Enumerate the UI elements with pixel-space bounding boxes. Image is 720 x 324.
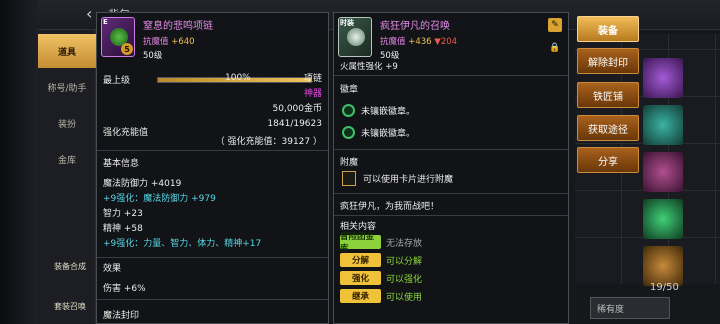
sort-dropdown[interactable]: 稀有度 (590, 297, 670, 319)
inventory-slot[interactable] (643, 199, 683, 239)
enchant-text: 可以使用卡片进行附魔 (363, 175, 454, 185)
item-name: 疯狂伊凡的召唤 (380, 21, 450, 32)
tab-items[interactable]: 道具 (38, 34, 96, 68)
divider (334, 215, 568, 216)
necklace-icon: E 5 (101, 17, 135, 57)
related-status: 可以使用 (386, 293, 423, 303)
resist-label: 抗魔值 (143, 37, 169, 47)
divider (334, 75, 568, 76)
back-arrow-icon[interactable]: ‹ (86, 4, 92, 23)
item-name: 窒息的悲鸣项链 (143, 21, 213, 32)
equip-synthesis-button[interactable]: 装备合成 (50, 236, 90, 272)
inventory-slot[interactable] (643, 152, 683, 192)
emblem-slot-text: 未镶嵌徽章。 (361, 129, 416, 139)
inventory-slot[interactable] (643, 105, 683, 145)
related-status: 可以分解 (386, 257, 423, 267)
reinforce-label: 强化充能值 (103, 128, 149, 138)
resist-line: 抗魔值 +436 ▼204 (380, 35, 457, 47)
item-header: 时装 疯狂伊凡的召唤 抗魔值 +436 ▼204 50级 ✎ 🔒 (334, 13, 568, 65)
fire-enhance-line: 火属性强化 +9 (340, 62, 398, 72)
inventory-slot[interactable] (643, 58, 683, 98)
item-price: 50,000金币 (272, 104, 323, 114)
related-status: 可以强化 (386, 275, 423, 285)
blacksmith-button[interactable]: 铁匠铺 (577, 82, 639, 108)
emblem-title: 徽章 (340, 85, 359, 95)
sort-label: 稀有度 (597, 304, 625, 315)
resist-diff: ▼204 (434, 37, 458, 47)
level-badge: 5 (121, 43, 133, 55)
effect-line: 伤害 +6% (103, 284, 146, 294)
max-level-percent: 100% (225, 73, 251, 83)
max-level-label: 最上级 (103, 76, 131, 86)
summon-item-icon: 时装 (338, 17, 372, 57)
basic-info-title: 基本信息 (103, 159, 140, 169)
grade-letter: E (103, 18, 108, 26)
share-button[interactable]: 分享 (577, 147, 639, 173)
edit-icon[interactable]: ✎ (548, 18, 562, 32)
divider (97, 150, 328, 151)
related-status: 无法存放 (386, 239, 423, 249)
tab-vault[interactable]: 金库 (38, 142, 96, 176)
emblem-socket-icon[interactable] (342, 104, 355, 117)
reinforce-value: 1841/19623 (267, 119, 322, 129)
item-header: E 5 窒息的悲鸣项链 抗魔值 +640 50级 (97, 13, 328, 65)
divider (97, 257, 328, 258)
left-edge (0, 0, 38, 324)
slot-count: 19/50 (650, 282, 679, 293)
flavor-text: 疯狂伊凡，为我而战吧！ (340, 202, 440, 212)
divider (334, 149, 568, 150)
enchant-card-slot-icon[interactable] (342, 171, 356, 186)
rarity-label: 神器 (303, 89, 322, 99)
level-requirement: 50级 (143, 51, 163, 61)
stat-line: +9强化：魔法防御力 +979 (103, 194, 216, 204)
inventory-slot[interactable] (643, 246, 683, 286)
stat-line: +9强化：力量、智力、体力、精神+17 (103, 239, 262, 249)
avatar-label: 时装 (340, 19, 354, 27)
enchant-title: 附魔 (340, 158, 359, 168)
unseal-button[interactable]: 解除封印 (577, 48, 639, 74)
tab-avatar[interactable]: 装扮 (38, 106, 96, 140)
vault-tag: 冒险团金库 (340, 232, 381, 254)
resist-value: +640 (171, 37, 195, 47)
stat-line: 智力 +23 (103, 209, 143, 219)
item-type: 项链 (303, 74, 322, 84)
set-summon-button[interactable]: 套装召唤 (50, 276, 90, 312)
resist-value: +436 (408, 37, 432, 47)
lock-icon[interactable]: 🔒 (548, 41, 562, 55)
reinforce-tag: 强化 (340, 271, 381, 285)
stat-line: 精神 +58 (103, 224, 143, 234)
seal-title: 魔法封印 (103, 311, 140, 321)
resist-label: 抗魔值 (380, 37, 406, 47)
effect-title: 效果 (103, 264, 122, 274)
obtain-source-button[interactable]: 获取途径 (577, 115, 639, 141)
equip-button[interactable]: 装备 (577, 16, 639, 42)
tab-titles[interactable]: 称号/助手 (38, 70, 96, 104)
divider (97, 299, 328, 300)
reinforce-total: （ 强化充能值：39127 ） (215, 137, 322, 147)
inherit-tag: 继承 (340, 289, 381, 303)
emblem-slot-text: 未镶嵌徽章。 (361, 107, 416, 117)
disassemble-tag: 分解 (340, 253, 381, 267)
emblem-socket-icon[interactable] (342, 126, 355, 139)
equipped-item-tooltip: E 5 窒息的悲鸣项链 抗魔值 +640 50级 最上级 100% 项链 神器 … (96, 12, 329, 324)
stat-line: 魔法防御力 +4019 (103, 179, 182, 189)
compare-item-tooltip: 时装 疯狂伊凡的召唤 抗魔值 +436 ▼204 50级 ✎ 🔒 火属性强化 +… (333, 12, 569, 324)
summon-art (347, 28, 365, 46)
divider (334, 193, 568, 194)
resist-line: 抗魔值 +640 (143, 35, 195, 47)
